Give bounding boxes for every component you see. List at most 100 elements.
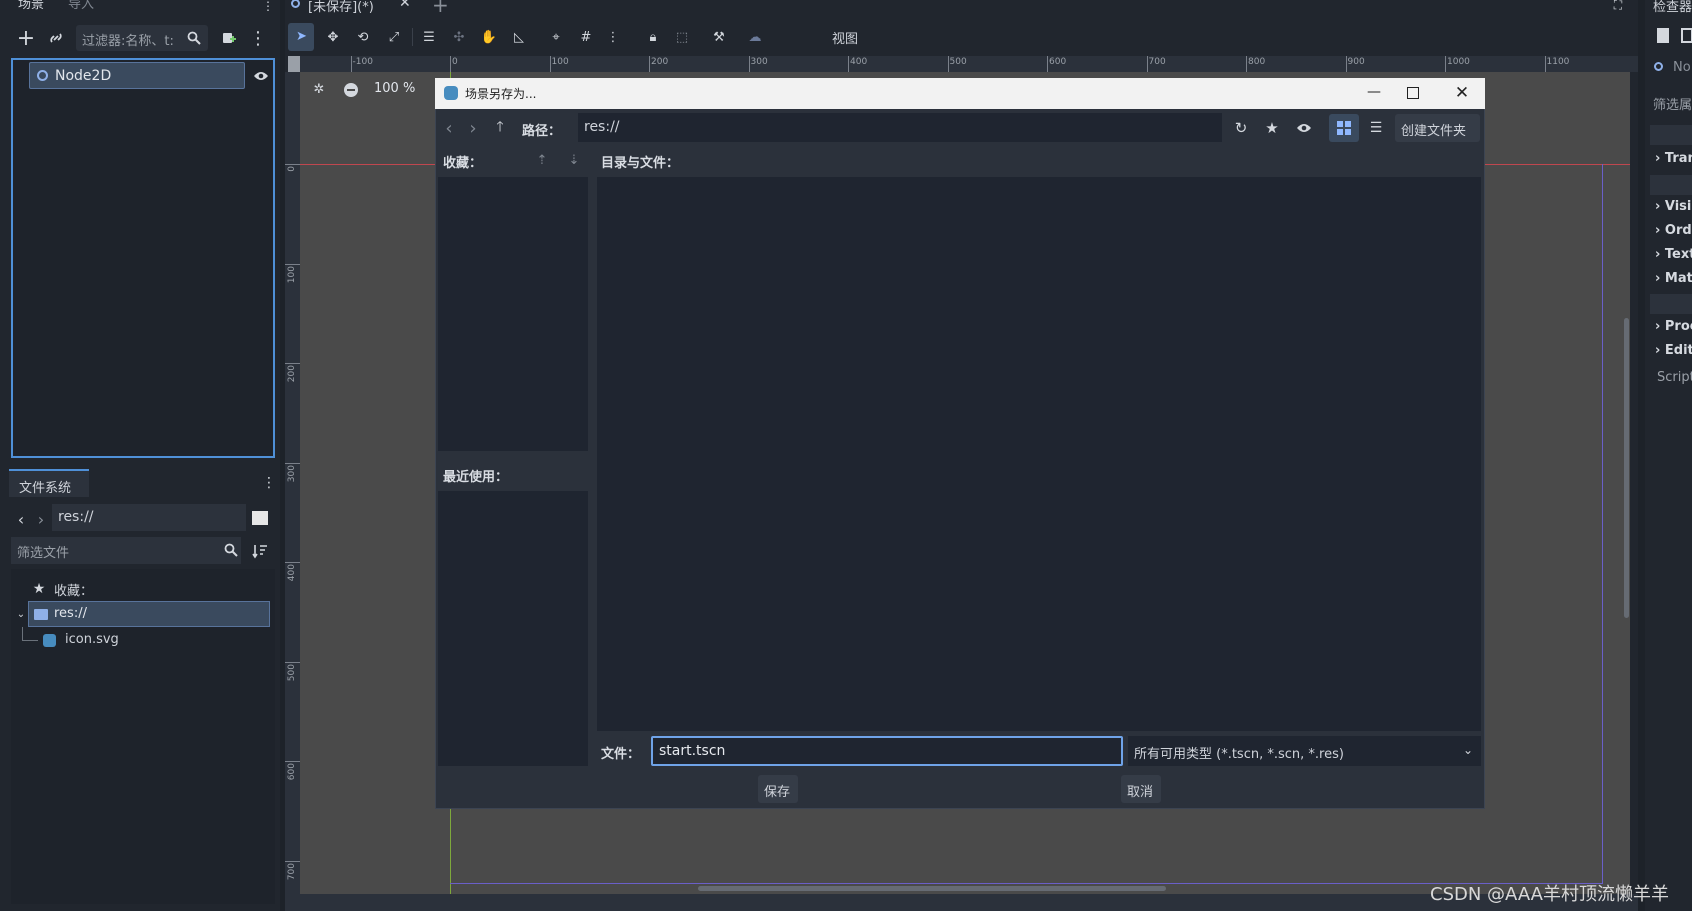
inspector-filter[interactable]: 筛选属 (1653, 94, 1692, 113)
minimize-icon[interactable]: — (1362, 80, 1386, 104)
dock-menu-icon[interactable]: ⋮ (262, 0, 274, 13)
grid-view-button[interactable] (1329, 114, 1359, 142)
ruler-tick-label: 400 (287, 564, 297, 582)
view-menu[interactable]: 视图 (832, 28, 858, 47)
ruler-tool-icon[interactable]: ◺ (507, 25, 531, 49)
inspector-section-bar (1650, 125, 1692, 145)
ruler-tick-label: 900 (1347, 57, 1365, 67)
inspector-section-texture[interactable]: › Text (1655, 247, 1692, 262)
visibility-eye-icon[interactable] (251, 66, 271, 86)
move-tool-icon[interactable]: ✥ (321, 25, 345, 49)
scene-tab[interactable]: [未保存](*) ✕ (291, 0, 411, 15)
show-hidden-eye-icon[interactable] (1293, 118, 1315, 138)
attach-script-icon[interactable] (217, 26, 241, 50)
dock-menu-icon[interactable]: ⋮ (262, 475, 276, 491)
tab-import[interactable]: 导入 (68, 0, 94, 16)
cancel-button[interactable]: 取消 (1121, 775, 1161, 803)
forward-icon[interactable]: › (34, 509, 48, 529)
list-select-icon[interactable]: ☰ (417, 25, 441, 49)
file-type-select[interactable]: 所有可用类型 (*.tscn, *.scn, *.res) ⌄ (1128, 736, 1481, 766)
close-icon[interactable]: ✕ (399, 0, 411, 11)
fs-filter-input[interactable]: 筛选文件 (11, 537, 241, 564)
smart-snap-icon[interactable]: ⌖ (544, 25, 568, 49)
pivot-tool-icon[interactable]: ✣ (447, 25, 471, 49)
add-node-icon[interactable]: + (14, 26, 38, 51)
close-icon[interactable]: ✕ (1450, 81, 1474, 105)
fs-path-field[interactable]: res:// (52, 504, 246, 531)
chevron-down-icon: ⌄ (1462, 743, 1474, 757)
link-icon[interactable] (44, 26, 68, 50)
chevron-down-icon[interactable]: ⌄ (15, 607, 27, 621)
inspector-section-process[interactable]: › Proc (1655, 319, 1692, 334)
scene-dock: 场景 导入 ⋮ + 过滤器:名称、t: ⋮ Node2D (0, 0, 280, 469)
list-view-icon[interactable]: ☰ (1365, 118, 1387, 138)
zoom-out-icon[interactable] (344, 83, 358, 97)
tree-item-res[interactable]: res:// (28, 601, 270, 627)
ruler-tick-label: 500 (287, 663, 297, 681)
favorite-star-icon[interactable]: ★ (1261, 118, 1283, 138)
zoom-level[interactable]: 100 % (374, 81, 415, 96)
select-tool-button[interactable]: ➤ (288, 23, 314, 51)
inspector-section-transform[interactable]: › Tran (1655, 151, 1692, 166)
refresh-icon[interactable]: ↻ (1230, 118, 1252, 138)
add-tab-icon[interactable]: + (432, 0, 449, 17)
new-resource-icon[interactable] (1657, 28, 1669, 43)
maximize-icon[interactable] (1407, 87, 1419, 99)
file-name-input[interactable]: start.tscn (651, 736, 1123, 766)
ruler-tick (285, 761, 300, 762)
rotate-tool-icon[interactable]: ⟲ (351, 25, 375, 49)
ruler-tick (285, 562, 300, 563)
inspector-section-material[interactable]: › Mat (1655, 271, 1692, 286)
scene-tree: Node2D (11, 58, 275, 458)
watermark: CSDN @AAA羊村顶流懒羊羊 (1430, 884, 1669, 905)
ruler-tick-label: 0 (452, 57, 458, 67)
recent-list[interactable] (438, 491, 588, 766)
ruler-tick (285, 661, 300, 663)
grid-snap-icon[interactable]: # (574, 25, 598, 49)
back-icon[interactable]: ‹ (14, 509, 28, 529)
inspector-section-ordering[interactable]: › Orde (1655, 223, 1692, 238)
load-resource-icon[interactable] (1681, 28, 1692, 43)
ruler-tick (1146, 56, 1148, 72)
more-icon[interactable]: ⋮ (248, 26, 268, 50)
camera-override-icon[interactable]: ☁ (743, 25, 767, 49)
godot-icon (444, 86, 458, 100)
lock-icon[interactable]: 🔒︎ (641, 25, 665, 49)
file-list[interactable] (597, 177, 1481, 731)
forward-icon[interactable]: › (466, 118, 480, 139)
favorites-list[interactable] (438, 177, 588, 451)
pan-tool-icon[interactable]: ✋ (477, 25, 501, 49)
dialog-titlebar[interactable]: 场景另存为... — ✕ (435, 78, 1485, 109)
go-up-icon[interactable]: 🡑 (492, 119, 508, 137)
path-field[interactable]: res:// (578, 113, 1222, 142)
inspector-section-visibility[interactable]: › Visil (1655, 199, 1692, 214)
tab-filesystem[interactable]: 文件系统 (9, 469, 89, 497)
save-button[interactable]: 保存 (758, 775, 798, 803)
scene-node-row[interactable]: Node2D (29, 62, 245, 89)
favorites-label: 收藏： (443, 156, 483, 171)
split-mode-icon[interactable] (252, 511, 268, 525)
group-icon[interactable]: ⬚ (670, 25, 694, 49)
back-icon[interactable]: ‹ (442, 118, 456, 139)
vertical-scrollbar[interactable] (1624, 318, 1629, 618)
fullscreen-icon[interactable]: ⛶ (1610, 0, 1626, 12)
tab-inspector[interactable]: 检查器 (1653, 0, 1692, 15)
ruler-tick-label: -100 (352, 57, 373, 67)
inspector-section-editor[interactable]: › Edit (1655, 343, 1692, 358)
file-type-value: 所有可用类型 (*.tscn, *.scn, *.res) (1134, 747, 1344, 762)
skeleton-icon[interactable]: ⚒ (707, 25, 731, 49)
create-folder-button[interactable]: 创建文件夹 (1395, 114, 1480, 142)
tab-scene[interactable]: 场景 (18, 0, 44, 16)
scale-tool-icon[interactable]: ⤢ (382, 25, 406, 49)
center-view-icon[interactable]: ✲ (310, 80, 328, 98)
section-label: Mat (1664, 271, 1692, 286)
sort-icon[interactable] (250, 541, 270, 561)
move-up-icon[interactable]: ⇡ (535, 151, 549, 169)
tree-item-icon-svg[interactable]: icon.svg (39, 629, 239, 653)
move-down-icon[interactable]: ⇣ (567, 151, 581, 169)
ruler-tick (748, 56, 750, 72)
horizontal-scrollbar[interactable] (698, 886, 1166, 891)
tree-line (22, 640, 38, 641)
ruler-ticks: 0 100 200 300 400 500 600 700 (285, 72, 300, 894)
snap-options-icon[interactable]: ⋮ (601, 25, 625, 49)
